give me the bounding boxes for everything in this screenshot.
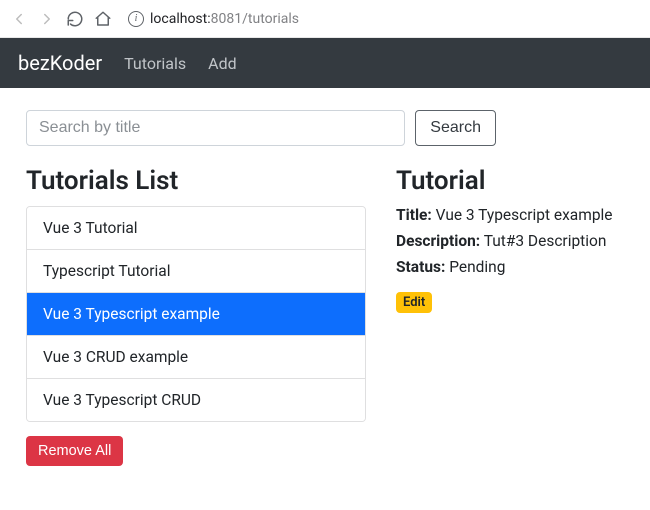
detail-description-row: Description: Tut#3 Description bbox=[396, 232, 624, 250]
remove-all-button[interactable]: Remove All bbox=[26, 436, 123, 466]
home-button[interactable] bbox=[94, 10, 112, 28]
search-input[interactable] bbox=[26, 110, 405, 146]
list-column: Tutorials List Vue 3 TutorialTypescript … bbox=[26, 166, 366, 466]
address-bar[interactable]: i localhost:8081/tutorials bbox=[122, 9, 640, 29]
search-button[interactable]: Search bbox=[415, 110, 496, 146]
url-text: localhost:8081/tutorials bbox=[150, 11, 299, 27]
main-container: Search Tutorials List Vue 3 TutorialType… bbox=[0, 88, 650, 488]
list-item[interactable]: Vue 3 Typescript example bbox=[27, 293, 365, 336]
list-heading: Tutorials List bbox=[26, 166, 366, 196]
list-item[interactable]: Vue 3 Tutorial bbox=[27, 207, 365, 250]
nav-link-add[interactable]: Add bbox=[208, 54, 236, 73]
list-item[interactable]: Typescript Tutorial bbox=[27, 250, 365, 293]
brand[interactable]: bezKoder bbox=[18, 51, 102, 75]
reload-button[interactable] bbox=[66, 10, 84, 28]
content-row: Tutorials List Vue 3 TutorialTypescript … bbox=[26, 166, 624, 466]
detail-status-label: Status: bbox=[396, 258, 445, 276]
list-item[interactable]: Vue 3 CRUD example bbox=[27, 336, 365, 379]
tutorials-list: Vue 3 TutorialTypescript TutorialVue 3 T… bbox=[26, 206, 366, 422]
detail-title-label: Title: bbox=[396, 206, 432, 224]
back-button[interactable] bbox=[10, 10, 28, 28]
detail-column: Tutorial Title: Vue 3 Typescript example… bbox=[396, 166, 624, 466]
edit-button[interactable]: Edit bbox=[396, 292, 432, 313]
detail-heading: Tutorial bbox=[396, 166, 624, 196]
detail-description-value: Tut#3 Description bbox=[484, 232, 607, 250]
search-row: Search bbox=[26, 110, 496, 146]
detail-title-value: Vue 3 Typescript example bbox=[436, 206, 613, 224]
detail-description-label: Description: bbox=[396, 232, 480, 250]
forward-button[interactable] bbox=[38, 10, 56, 28]
nav-link-tutorials[interactable]: Tutorials bbox=[124, 54, 186, 73]
detail-status-row: Status: Pending bbox=[396, 258, 624, 276]
detail-title-row: Title: Vue 3 Typescript example bbox=[396, 206, 624, 224]
detail-status-value: Pending bbox=[449, 258, 505, 276]
browser-toolbar: i localhost:8081/tutorials bbox=[0, 0, 650, 38]
list-item[interactable]: Vue 3 Typescript CRUD bbox=[27, 379, 365, 421]
app-navbar: bezKoder Tutorials Add bbox=[0, 38, 650, 88]
site-info-icon[interactable]: i bbox=[128, 11, 144, 27]
